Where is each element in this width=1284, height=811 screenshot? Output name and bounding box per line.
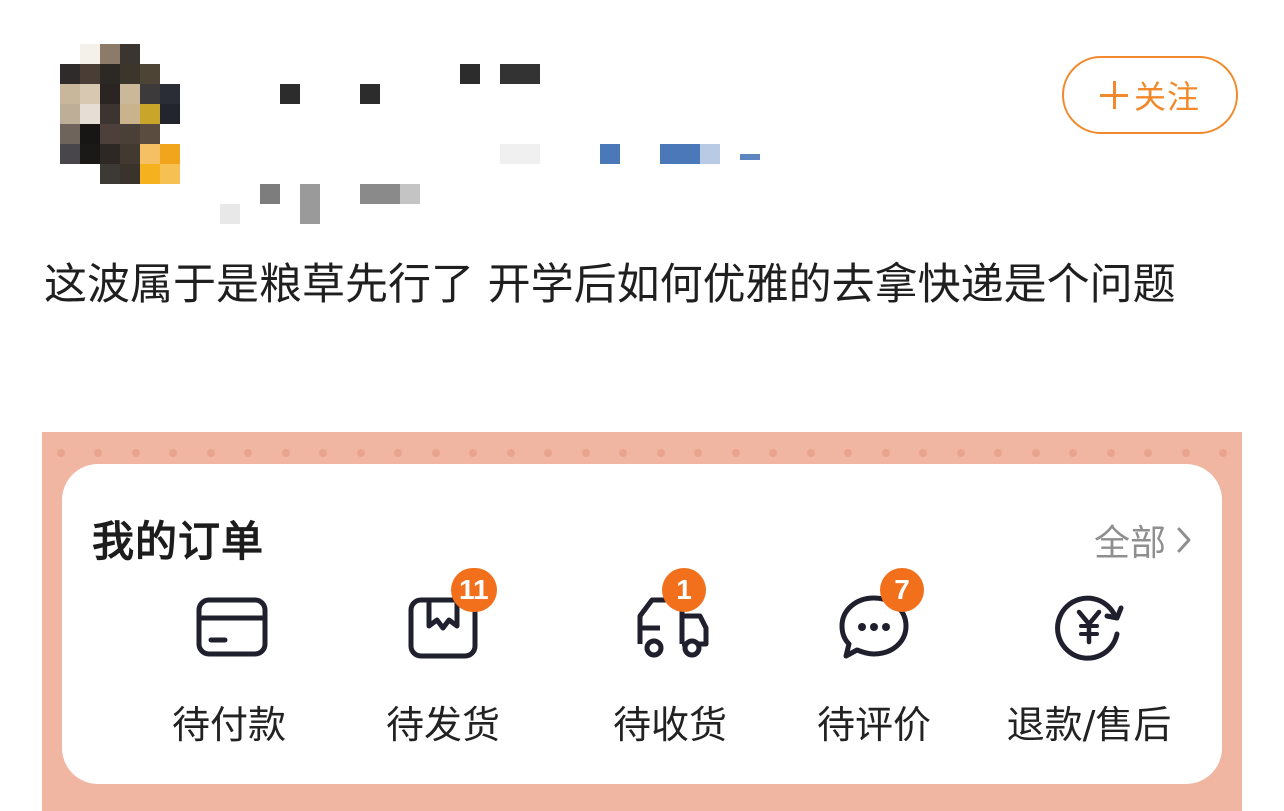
status-label: 待收货 [612,703,727,747]
status-pending-review[interactable]: 7 待评价 [774,568,974,750]
status-label: 待评价 [816,703,931,747]
status-pending-payment[interactable]: 待付款 [129,580,329,750]
status-pending-receipt[interactable]: 1 待收货 [570,568,770,750]
order-screenshot: 我的订单 全部 待付款 11 待发货 1 待收货 7 待评价 退款/售后 [42,432,1242,811]
follow-button[interactable]: 关注 [1062,56,1238,134]
plus-icon [1099,81,1128,109]
chevron-right-icon [1177,527,1191,553]
follow-label: 关注 [1133,78,1200,116]
order-status-row: 待付款 11 待发货 1 待收货 7 待评价 退款/售后 [62,568,1222,760]
count-badge: 7 [880,568,924,612]
redacted-user-info [0,0,800,230]
orders-title: 我的订单 [92,517,265,566]
view-all-label: 全部 [1093,523,1166,564]
decorative-dots [42,440,1242,466]
status-label: 待付款 [171,703,286,747]
status-pending-shipment[interactable]: 11 待发货 [343,568,543,750]
card-icon [196,597,268,657]
post-text: 这波属于是粮草先行了 开学后如何优雅的去拿快递是个问题 [44,260,1176,310]
status-label: 退款/售后 [1006,703,1172,747]
view-all-orders-link[interactable]: 全部 [1094,514,1192,566]
status-label: 待发货 [385,703,500,747]
status-refund-after-sales[interactable]: 退款/售后 [989,580,1189,750]
count-badge: 11 [451,568,497,612]
orders-card: 我的订单 全部 待付款 11 待发货 1 待收货 7 待评价 退款/售后 [62,464,1222,784]
refund-yuan-icon [1055,595,1124,661]
count-badge: 1 [662,568,706,612]
